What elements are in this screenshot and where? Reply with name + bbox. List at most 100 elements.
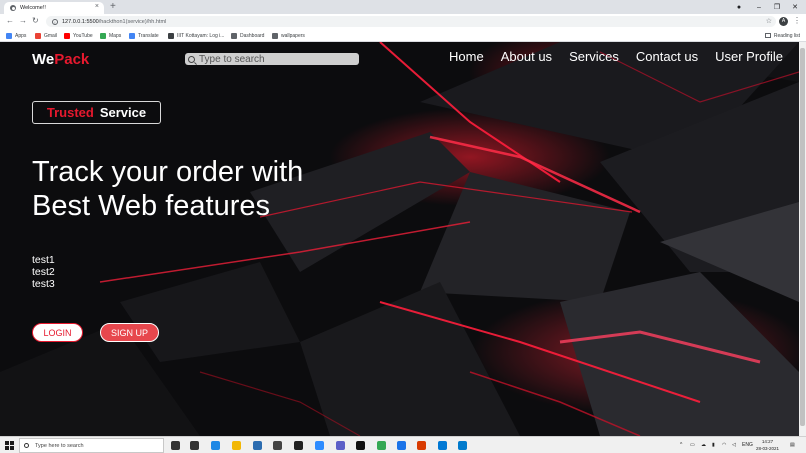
windows-start-icon[interactable]: [5, 441, 14, 450]
notepad-icon[interactable]: [397, 441, 406, 450]
xbox-icon[interactable]: [294, 441, 303, 450]
bookmarks-bar: Apps Gmail YouTube Maps Translate IIIT Kottay…: [0, 29, 806, 42]
nav-contact-us[interactable]: Contact us: [636, 49, 698, 64]
tray-battery-icon[interactable]: ▮: [712, 440, 715, 450]
list-item: test3: [32, 278, 55, 290]
taskbar-search[interactable]: Type here to search: [19, 438, 164, 453]
nav-home[interactable]: Home: [449, 49, 484, 64]
windows-taskbar: Type here to search ^ ▭ ☁ ▮ ◠ ◁ ENG 14:2…: [0, 436, 806, 453]
list-item: test2: [32, 266, 55, 278]
tray-chevron-icon[interactable]: ^: [680, 440, 682, 450]
bookmark-item[interactable]: Gmail: [35, 31, 57, 40]
teams-icon[interactable]: [336, 441, 345, 450]
page-scrollbar[interactable]: [799, 42, 806, 436]
photo-app-icon[interactable]: [356, 441, 365, 450]
file-explorer-icon[interactable]: [232, 441, 241, 450]
tab-title: Welcome!!: [20, 5, 46, 11]
mail-app-icon[interactable]: [438, 441, 447, 450]
reading-list-label: Reading list: [773, 32, 800, 39]
page-viewport: WePack Home About us Services Contact us…: [0, 42, 799, 436]
globe-icon: [10, 5, 16, 11]
hero-heading: Track your order with Best Web features: [32, 155, 303, 223]
close-window-icon[interactable]: ✕: [786, 0, 804, 14]
site-nav: Home About us Services Contact us User P…: [449, 49, 783, 64]
badge-trusted: Trusted: [46, 105, 94, 120]
dashboard-icon: [231, 32, 237, 39]
badge-service: Service: [99, 105, 147, 120]
edge-icon[interactable]: [211, 441, 220, 450]
nav-services[interactable]: Services: [569, 49, 619, 64]
login-button[interactable]: LOGIN: [32, 323, 83, 342]
bookmark-label: Dashboard: [240, 32, 265, 39]
clock-time: 14:27: [761, 439, 774, 444]
browser-toolbar: ← → ↻ i 127.0.0.1:5500/hackthon1(service…: [0, 14, 806, 29]
nav-user-profile[interactable]: User Profile: [715, 49, 783, 64]
taskbar-search-placeholder: Type here to search: [35, 442, 84, 449]
restore-icon[interactable]: ❐: [768, 0, 786, 14]
bookmark-item[interactable]: Dashboard: [231, 31, 264, 40]
bookmark-item[interactable]: Apps: [6, 31, 26, 40]
site-search[interactable]: [185, 53, 359, 65]
reading-list-button[interactable]: Reading list: [764, 31, 800, 40]
url-path: /hackthon1(service)/hh.html: [98, 18, 167, 25]
tray-wifi-icon[interactable]: ◠: [722, 440, 726, 450]
tray-onedrive-icon[interactable]: ☁: [701, 440, 706, 450]
hero-line-2: Best Web features: [32, 190, 271, 222]
feature-list: test1 test2 test3: [32, 254, 55, 290]
apps-icon: [6, 32, 12, 39]
language-indicator[interactable]: ENG: [742, 440, 753, 450]
browser-titlebar: Welcome!! × + ● – ❐ ✕: [0, 0, 806, 14]
bookmark-label: YouTube: [73, 32, 93, 39]
site-logo[interactable]: WePack: [32, 51, 89, 68]
widgets-icon[interactable]: [190, 441, 199, 450]
hero-line-1: Track your order with: [32, 156, 304, 188]
new-tab-icon[interactable]: +: [110, 1, 116, 13]
menu-kebab-icon[interactable]: ⋮: [793, 16, 801, 26]
search-input[interactable]: [199, 53, 349, 65]
tab-close-icon[interactable]: ×: [95, 3, 99, 10]
bookmark-item[interactable]: YouTube: [64, 31, 93, 40]
site-info-icon[interactable]: i: [52, 18, 58, 25]
avatar[interactable]: A: [779, 17, 788, 26]
bookmark-item[interactable]: IIIT Kottayam: Log i...: [168, 31, 224, 40]
url-host: 127.0.0.1:5500: [62, 18, 99, 25]
task-view-icon[interactable]: [171, 441, 180, 450]
gmail-icon: [35, 32, 41, 39]
bookmark-item[interactable]: wallpapers: [272, 31, 305, 40]
bookmark-label: Maps: [109, 32, 122, 39]
back-icon[interactable]: ←: [6, 16, 14, 26]
tray-volume-icon[interactable]: ◁: [732, 440, 736, 450]
office-icon[interactable]: [417, 441, 426, 450]
tray-network-icon[interactable]: ▭: [690, 440, 695, 450]
chrome-icon[interactable]: [377, 441, 386, 450]
maps-icon: [100, 32, 106, 39]
bookmark-item[interactable]: Translate: [129, 31, 159, 40]
scrollbar-thumb[interactable]: [800, 48, 805, 426]
list-item: test1: [32, 254, 55, 266]
reload-icon[interactable]: ↻: [32, 16, 39, 26]
bookmark-label: wallpapers: [281, 32, 305, 39]
address-bar[interactable]: i 127.0.0.1:5500/hackthon1(service)/hh.h…: [46, 16, 776, 27]
calendar-app-icon[interactable]: [253, 441, 262, 450]
zoom-icon[interactable]: [315, 441, 324, 450]
search-icon: [24, 443, 29, 448]
notification-icon[interactable]: ▤: [790, 440, 795, 450]
signup-button[interactable]: SIGN UP: [100, 323, 159, 342]
bookmark-item[interactable]: Maps: [100, 31, 121, 40]
forward-icon[interactable]: →: [19, 16, 27, 26]
bookmark-star-icon[interactable]: ☆: [766, 17, 772, 25]
bookmark-label: Apps: [15, 32, 27, 39]
browser-profile-icon[interactable]: ●: [730, 0, 748, 14]
browser-tab[interactable]: Welcome!! ×: [4, 2, 104, 14]
system-clock[interactable]: 14:27 28-03-2021: [756, 438, 779, 452]
search-icon: [188, 55, 195, 63]
trusted-service-badge: Trusted Service: [32, 101, 161, 124]
nav-about-us[interactable]: About us: [501, 49, 552, 64]
minimize-icon[interactable]: –: [750, 0, 768, 14]
translate-icon: [129, 32, 135, 39]
youtube-icon: [64, 32, 70, 39]
vscode-icon[interactable]: [458, 441, 467, 450]
globe-icon: [168, 32, 174, 39]
store-icon[interactable]: [273, 441, 282, 450]
clock-date: 28-03-2021: [756, 446, 780, 451]
